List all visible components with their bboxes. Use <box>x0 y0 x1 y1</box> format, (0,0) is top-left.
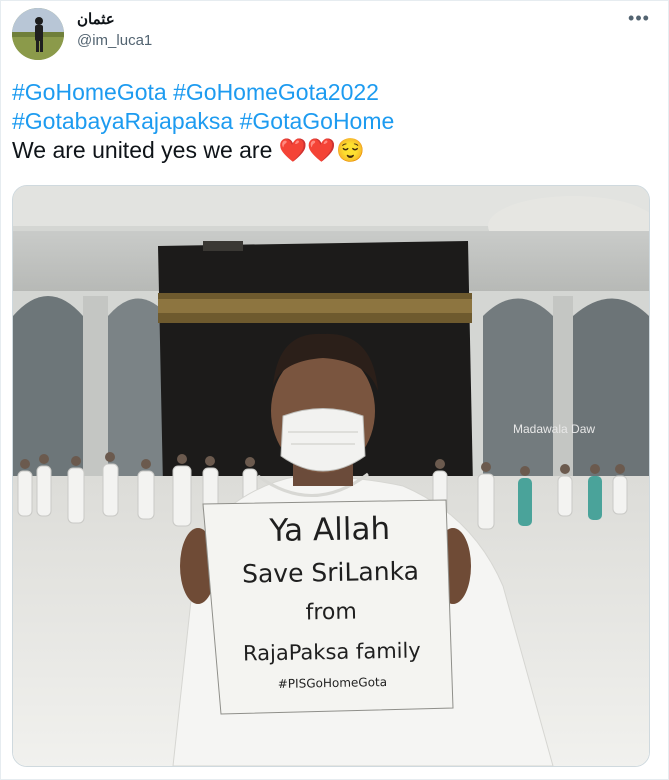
tweet-card[interactable]: عثمان @im_luca1 ••• #GoHomeGota #GoHomeG… <box>0 0 669 780</box>
user-handle[interactable]: @im_luca1 <box>77 32 152 49</box>
hashtag-line-2: #GotabayaRajapaksa #GotaGoHome <box>12 107 652 136</box>
heart-emoji-icon: ❤️ <box>278 137 308 163</box>
sign-line: #PISGoHomeGota <box>277 675 388 691</box>
more-options-icon[interactable]: ••• <box>626 7 652 29</box>
sign-line: RajaPaksa family <box>242 638 421 666</box>
heart-emoji-icon: ❤️ <box>307 137 337 163</box>
display-name[interactable]: عثمان <box>77 10 115 28</box>
sign-line: Ya Allah <box>269 510 391 550</box>
tweet-body-line: We are united yes we are ❤️❤️😌 <box>12 136 652 165</box>
avatar-image <box>12 8 64 60</box>
hashtag-line-1: #GoHomeGota #GoHomeGota2022 <box>12 78 652 107</box>
tweet-body-text: We are united yes we are <box>12 137 273 163</box>
avatar[interactable] <box>12 8 64 60</box>
relieved-face-emoji-icon: 😌 <box>336 137 365 163</box>
sign-line: Save SriLanka <box>241 556 420 589</box>
hashtag-link[interactable]: #GotabayaRajapaksa <box>12 108 233 134</box>
hashtag-link[interactable]: #GotaGoHome <box>240 108 395 134</box>
tweet-text: #GoHomeGota #GoHomeGota2022 #GotabayaRaj… <box>12 78 652 165</box>
sign-line: from <box>305 599 358 626</box>
hashtag-link[interactable]: #GoHomeGota2022 <box>173 79 379 105</box>
sign-text: Ya Allah Save SriLanka from RajaPaksa fa… <box>209 506 452 696</box>
photo-watermark: Madawala Daw <box>513 422 596 436</box>
hashtag-link[interactable]: #GoHomeGota <box>12 79 167 105</box>
tweet-photo[interactable]: Madawala Daw Ya Allah Save SriLanka from… <box>12 185 650 767</box>
